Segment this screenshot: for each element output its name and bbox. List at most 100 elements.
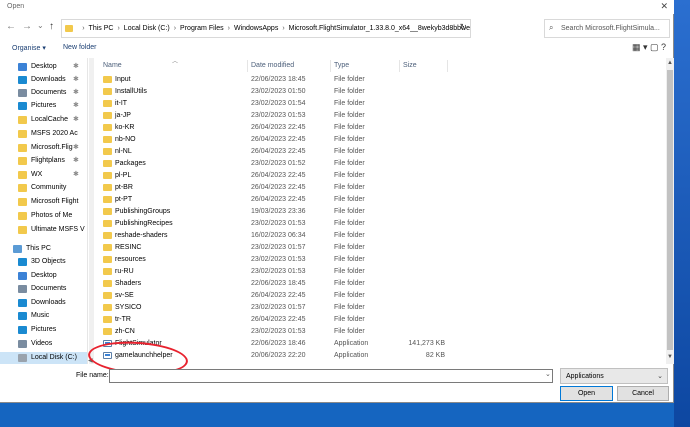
search-icon: ⌕ bbox=[549, 23, 554, 32]
window-title: Open bbox=[7, 3, 25, 10]
file-row[interactable]: sv-SE 26/04/2023 22:45 File folder bbox=[95, 290, 655, 302]
column-divider[interactable] bbox=[447, 60, 448, 72]
column-divider[interactable] bbox=[399, 60, 400, 72]
up-arrow-icon[interactable]: ↑ bbox=[49, 21, 54, 32]
scrollbar-thumb[interactable] bbox=[667, 70, 673, 350]
sidebar-item[interactable]: Music bbox=[0, 310, 87, 323]
title-bar: Open ✕ bbox=[0, 0, 674, 14]
file-row[interactable]: nl-NL 26/04/2023 22:45 File folder bbox=[95, 146, 655, 158]
sidebar-item[interactable]: Downloads bbox=[0, 297, 87, 310]
file-row[interactable]: ko-KR 26/04/2023 22:45 File folder bbox=[95, 122, 655, 134]
address-bar[interactable]: › This PC › Local Disk (C:) › Program Fi… bbox=[61, 19, 471, 38]
file-row[interactable]: SYSICO 23/02/2023 01:57 File folder bbox=[95, 302, 655, 314]
navigation-scrollbar[interactable] bbox=[89, 58, 94, 364]
column-divider[interactable] bbox=[330, 60, 331, 72]
column-divider[interactable] bbox=[247, 60, 248, 72]
date-modified-cell: 26/04/2023 22:45 bbox=[251, 136, 306, 143]
file-row[interactable]: ru-RU 23/02/2023 01:53 File folder bbox=[95, 266, 655, 278]
file-row[interactable]: Packages 23/02/2023 01:52 File folder bbox=[95, 158, 655, 170]
back-arrow-icon[interactable]: ← bbox=[6, 21, 16, 32]
sidebar-item[interactable]: Community bbox=[0, 182, 87, 195]
file-name-cell: PublishingGroups bbox=[115, 208, 171, 215]
sidebar-item[interactable]: Videos bbox=[0, 338, 87, 351]
breadcrumb-local-disk[interactable]: Local Disk (C:) bbox=[124, 25, 170, 32]
file-type-select[interactable]: Applications ⌄ bbox=[560, 368, 668, 384]
type-cell: File folder bbox=[334, 268, 365, 275]
sidebar-item[interactable]: Documents ✱ bbox=[0, 87, 87, 100]
file-row[interactable]: RESINC 23/02/2023 01:57 File folder bbox=[95, 242, 655, 254]
breadcrumb-flightsimulator[interactable]: Microsoft.FlightSimulator_1.33.8.0_x64__… bbox=[289, 25, 470, 32]
view-options-icons[interactable]: ▦ ▾ ▢ ? bbox=[632, 42, 666, 53]
scroll-down-arrow-icon[interactable]: ▼ bbox=[666, 354, 674, 360]
sidebar-item[interactable]: Ultimate MSFS V bbox=[0, 224, 87, 237]
column-header-size[interactable]: Size bbox=[403, 62, 417, 69]
file-row[interactable]: zh-CN 23/02/2023 01:53 File folder bbox=[95, 326, 655, 338]
file-name-cell: ja-JP bbox=[115, 112, 131, 119]
type-cell: File folder bbox=[334, 88, 365, 95]
breadcrumb-program-files[interactable]: Program Files bbox=[180, 25, 224, 32]
sidebar-item[interactable]: Photos of Me bbox=[0, 210, 87, 223]
column-header-date[interactable]: Date modified bbox=[251, 62, 294, 69]
file-row[interactable]: PublishingRecipes 23/02/2023 01:53 File fo… bbox=[95, 218, 655, 230]
file-row[interactable]: tr-TR 26/04/2023 22:45 File folder bbox=[95, 314, 655, 326]
type-cell: File folder bbox=[334, 208, 365, 215]
sidebar-item[interactable]: MSFS 2020 Ac bbox=[0, 128, 87, 141]
open-button[interactable]: Open bbox=[560, 386, 613, 401]
file-row[interactable]: pt-BR 26/04/2023 22:45 File folder bbox=[95, 182, 655, 194]
refresh-icon[interactable]: ↻ bbox=[459, 22, 467, 33]
date-modified-cell: 26/04/2023 22:45 bbox=[251, 292, 306, 299]
file-row[interactable]: it-IT 23/02/2023 01:54 File folder bbox=[95, 98, 655, 110]
search-placeholder: Search Microsoft.FlightSimula... bbox=[561, 25, 660, 32]
sidebar-item-label: WX bbox=[31, 171, 43, 178]
sidebar-item[interactable]: 3D Objects bbox=[0, 256, 87, 269]
close-icon[interactable]: ✕ bbox=[660, 1, 668, 12]
type-cell: File folder bbox=[334, 136, 365, 143]
search-input[interactable]: ⌕ Search Microsoft.FlightSimula... bbox=[544, 19, 670, 38]
file-name-dropdown-icon[interactable]: ⌄ bbox=[545, 370, 551, 378]
file-row[interactable]: reshade-shaders 16/02/2023 06:34 File fold… bbox=[95, 230, 655, 242]
sidebar-item[interactable]: Desktop ✱ bbox=[0, 61, 87, 74]
sidebar-item[interactable]: Pictures ✱ bbox=[0, 100, 87, 113]
file-row[interactable]: PublishingGroups 19/03/2023 23:36 File fol… bbox=[95, 206, 655, 218]
sidebar-item[interactable]: WX ✱ bbox=[0, 169, 87, 182]
file-row[interactable]: Input 22/06/2023 18:45 File folder bbox=[95, 74, 655, 86]
file-row[interactable]: ja-JP 23/02/2023 01:53 File folder bbox=[95, 110, 655, 122]
file-row[interactable]: pt-PT 26/04/2023 22:45 File folder bbox=[95, 194, 655, 206]
type-cell: File folder bbox=[334, 112, 365, 119]
type-cell: File folder bbox=[334, 100, 365, 107]
date-modified-cell: 20/06/2023 22:20 bbox=[251, 352, 306, 359]
file-row[interactable]: pl-PL 26/04/2023 22:45 File folder bbox=[95, 170, 655, 182]
download-icon bbox=[18, 76, 27, 84]
breadcrumb-windowsapps[interactable]: WindowsApps bbox=[234, 25, 278, 32]
new-folder-button[interactable]: New folder bbox=[63, 44, 96, 51]
file-name-input[interactable] bbox=[109, 369, 553, 383]
type-cell: File folder bbox=[334, 160, 365, 167]
sidebar-item[interactable]: Microsoft Flight bbox=[0, 196, 87, 209]
scroll-up-arrow-icon[interactable]: ▲ bbox=[666, 60, 674, 66]
column-header-name[interactable]: Name bbox=[103, 62, 122, 69]
sidebar-item[interactable]: Local Disk (C:) bbox=[0, 352, 87, 364]
forward-arrow-icon[interactable]: → bbox=[22, 21, 32, 32]
sidebar-item[interactable]: Desktop bbox=[0, 270, 87, 283]
file-row[interactable]: FlightSimulator 22/06/2023 18:46 Applicati… bbox=[95, 338, 655, 350]
sidebar-item[interactable]: Downloads ✱ bbox=[0, 74, 87, 87]
column-header-type[interactable]: Type bbox=[334, 62, 349, 69]
sidebar-item[interactable]: Documents bbox=[0, 283, 87, 296]
sidebar-item[interactable]: LocalCache ✱ bbox=[0, 114, 87, 127]
sidebar-item[interactable]: Pictures bbox=[0, 324, 87, 337]
file-row[interactable]: InstallUtils 23/02/2023 01:50 File folder bbox=[95, 86, 655, 98]
file-row[interactable]: resources 23/02/2023 01:53 File folder bbox=[95, 254, 655, 266]
sidebar-item[interactable]: This PC bbox=[0, 243, 87, 256]
sidebar-item-label: Pictures bbox=[31, 102, 57, 109]
3d-icon bbox=[18, 258, 27, 266]
sidebar-item[interactable]: Flightplans ✱ bbox=[0, 155, 87, 168]
sidebar-item[interactable]: Microsoft.Flig ✱ bbox=[0, 142, 87, 155]
file-row[interactable]: nb-NO 26/04/2023 22:45 File folder bbox=[95, 134, 655, 146]
type-cell: File folder bbox=[334, 220, 365, 227]
file-row[interactable]: Shaders 22/06/2023 18:45 File folder bbox=[95, 278, 655, 290]
breadcrumb-this-pc[interactable]: This PC bbox=[89, 25, 114, 32]
organise-button[interactable]: Organise ▾ bbox=[12, 44, 46, 52]
address-dropdown-icon[interactable]: ⌄ bbox=[448, 24, 454, 32]
cancel-button[interactable]: Cancel bbox=[617, 386, 669, 401]
recent-locations-dropdown-icon[interactable]: ⌄ bbox=[37, 21, 44, 30]
